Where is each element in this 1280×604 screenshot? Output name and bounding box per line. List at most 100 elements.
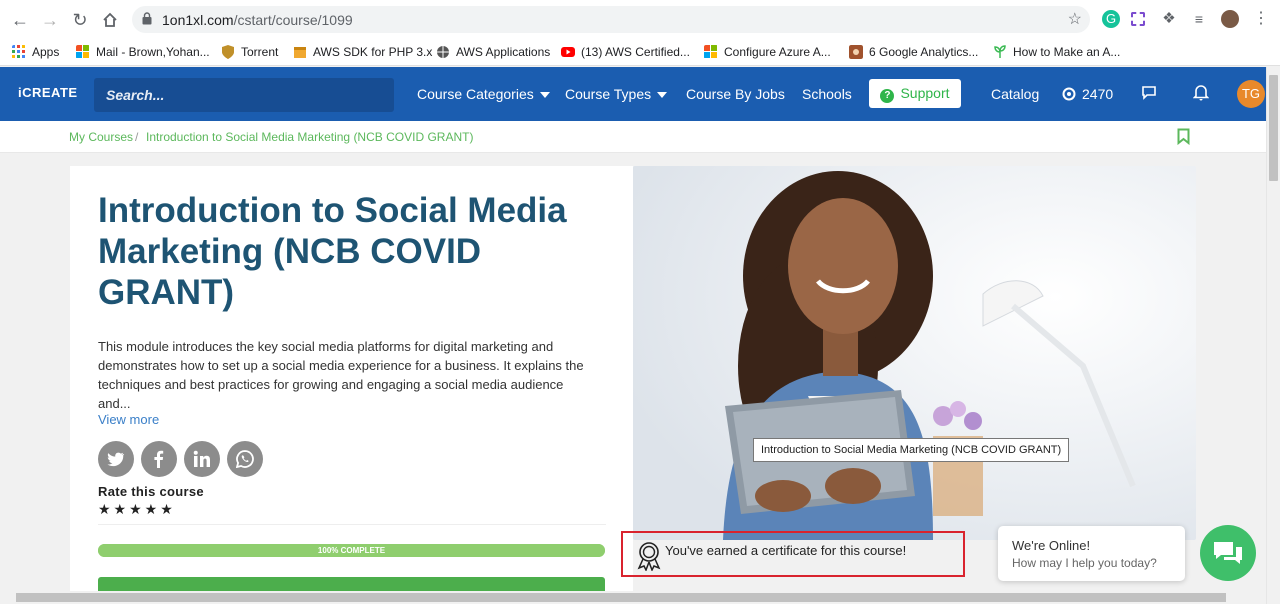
- course-description: This module introduces the key social me…: [98, 339, 584, 411]
- whatsapp-share-button[interactable]: [227, 441, 263, 477]
- apps-grid-icon: [12, 45, 25, 58]
- browser-toolbar: ← → ↻ 1on1xl.com/cstart/course/1099 ☆ G …: [0, 0, 1280, 38]
- search-input[interactable]: [94, 78, 394, 112]
- url-host: 1on1xl.com: [162, 12, 234, 28]
- nav-catalog[interactable]: Catalog: [991, 86, 1039, 102]
- breadcrumb-separator: /: [135, 130, 139, 144]
- course-info-card: Introduction to Social Media Marketing (…: [70, 166, 633, 596]
- bookmarks-bar: Apps Mail - Brown,Yohan... Torrent AWS S…: [0, 38, 1280, 66]
- bookmark-label: Torrent: [241, 45, 279, 59]
- progress-label: 100% COMPLETE: [317, 546, 386, 555]
- back-icon[interactable]: ←: [9, 9, 31, 31]
- nav-label: Course Categories: [417, 86, 534, 102]
- shield-icon: [222, 45, 234, 59]
- horizontal-scroll-thumb[interactable]: [16, 593, 1226, 602]
- course-hero-image: [633, 166, 1196, 540]
- course-title: Introduction to Social Media Marketing (…: [98, 191, 567, 312]
- caret-down-icon: [657, 92, 668, 98]
- crop-extension-icon[interactable]: [1131, 12, 1145, 26]
- view-more-link[interactable]: View more: [98, 412, 159, 427]
- bookmark-label: (13) AWS Certified...: [581, 45, 690, 59]
- site-header: iCREATE Course Categories Course Types C…: [0, 67, 1266, 121]
- nav-course-categories[interactable]: Course Categories: [417, 86, 550, 102]
- vertical-scrollbar[interactable]: [1266, 67, 1280, 604]
- breadcrumb: My Courses / Introduction to Social Medi…: [0, 121, 1266, 153]
- nav-course-by-jobs[interactable]: Course By Jobs: [686, 86, 785, 102]
- forward-icon[interactable]: →: [39, 9, 61, 31]
- bookmark-azure[interactable]: Configure Azure A...: [704, 43, 831, 61]
- certificate-award-icon: [637, 542, 661, 571]
- bookmark-how-to[interactable]: How to Make an A...: [993, 43, 1120, 61]
- points-display[interactable]: 2470: [1062, 86, 1113, 102]
- image-tooltip: Introduction to Social Media Marketing (…: [753, 438, 1069, 462]
- bookmark-label: How to Make an A...: [1013, 45, 1121, 59]
- live-chat-button[interactable]: [1200, 525, 1256, 581]
- bookmark-label: 6 Google Analytics...: [869, 45, 979, 59]
- woman-with-tablet-illustration: [633, 166, 1196, 540]
- bookmark-icon[interactable]: [1177, 128, 1190, 145]
- facebook-icon: [154, 450, 164, 468]
- linkedin-icon: [193, 450, 210, 467]
- bookmark-star-icon[interactable]: ☆: [1068, 9, 1082, 29]
- rating-stars[interactable]: ★★★★★: [98, 501, 176, 518]
- address-bar[interactable]: 1on1xl.com/cstart/course/1099 ☆: [132, 6, 1090, 33]
- user-avatar[interactable]: TG: [1237, 80, 1265, 108]
- bookmark-apps[interactable]: Apps: [12, 43, 59, 61]
- globe-icon: [437, 46, 449, 58]
- bookmark-mail[interactable]: Mail - Brown,Yohan...: [76, 43, 210, 61]
- windows-icon: [76, 45, 89, 58]
- bookmark-label: AWS Applications: [456, 45, 551, 59]
- certificate-message: You've earned a certificate for this cou…: [665, 543, 907, 558]
- bookmark-aws-sdk[interactable]: AWS SDK for PHP 3.x: [293, 43, 432, 61]
- bookmark-label: Apps: [32, 45, 60, 59]
- url-path: /cstart/course/1099: [233, 12, 353, 28]
- breadcrumb-my-courses[interactable]: My Courses: [69, 130, 133, 144]
- bookmark-label: Mail - Brown,Yohan...: [96, 45, 210, 59]
- caret-down-icon: [539, 92, 550, 98]
- chat-subtitle: How may I help you today?: [1012, 556, 1157, 570]
- youtube-icon: [561, 47, 575, 57]
- url-text: 1on1xl.com/cstart/course/1099: [162, 12, 353, 28]
- bell-icon[interactable]: [1192, 84, 1210, 104]
- chat-greeting-bubble[interactable]: We're Online! How may I help you today?: [998, 526, 1185, 581]
- twitter-icon: [107, 452, 125, 467]
- box-icon: [294, 47, 306, 58]
- target-icon: [1062, 87, 1076, 101]
- grammarly-icon[interactable]: G: [1102, 10, 1120, 28]
- reading-list-icon[interactable]: ≡: [1190, 10, 1208, 28]
- bookmark-torrent[interactable]: Torrent: [221, 43, 278, 61]
- menu-kebab-icon[interactable]: ⋮: [1252, 10, 1270, 28]
- facebook-share-button[interactable]: [141, 441, 177, 477]
- nav-schools[interactable]: Schools: [802, 86, 852, 102]
- bookmark-google-analytics[interactable]: 6 Google Analytics...: [849, 43, 978, 61]
- home-icon[interactable]: [99, 9, 121, 31]
- nav-label: Course Types: [565, 86, 652, 102]
- horizontal-scrollbar[interactable]: [0, 591, 1266, 604]
- points-value: 2470: [1082, 86, 1114, 102]
- twitter-share-button[interactable]: [98, 441, 134, 477]
- site-search: [94, 78, 394, 112]
- site-logo[interactable]: iCREATE: [18, 85, 78, 100]
- progress-bar: 100% COMPLETE: [98, 544, 605, 557]
- bookmark-aws-applications[interactable]: AWS Applications: [436, 43, 550, 61]
- lock-icon: [142, 12, 152, 25]
- bookmark-youtube[interactable]: (13) AWS Certified...: [561, 43, 690, 61]
- bookmark-label: AWS SDK for PHP 3.x: [313, 45, 433, 59]
- bookmark-label: Configure Azure A...: [724, 45, 831, 59]
- sprout-icon: [994, 45, 1006, 58]
- divider: [98, 524, 606, 525]
- question-icon: ?: [880, 89, 895, 103]
- breadcrumb-current[interactable]: Introduction to Social Media Marketing (…: [146, 130, 473, 144]
- windows-icon: [704, 45, 717, 58]
- rate-course-label: Rate this course: [98, 484, 204, 499]
- vertical-scroll-thumb[interactable]: [1269, 75, 1278, 181]
- support-label: Support: [900, 85, 950, 101]
- extensions-puzzle-icon[interactable]: ❖: [1160, 10, 1178, 28]
- nav-course-types[interactable]: Course Types: [565, 86, 668, 102]
- chat-bubbles-icon: [1214, 542, 1242, 564]
- linkedin-share-button[interactable]: [184, 441, 220, 477]
- profile-avatar-icon[interactable]: [1221, 10, 1239, 28]
- reload-icon[interactable]: ↻: [69, 9, 91, 31]
- support-button[interactable]: ? Support: [869, 79, 961, 108]
- chat-icon[interactable]: [1141, 85, 1157, 103]
